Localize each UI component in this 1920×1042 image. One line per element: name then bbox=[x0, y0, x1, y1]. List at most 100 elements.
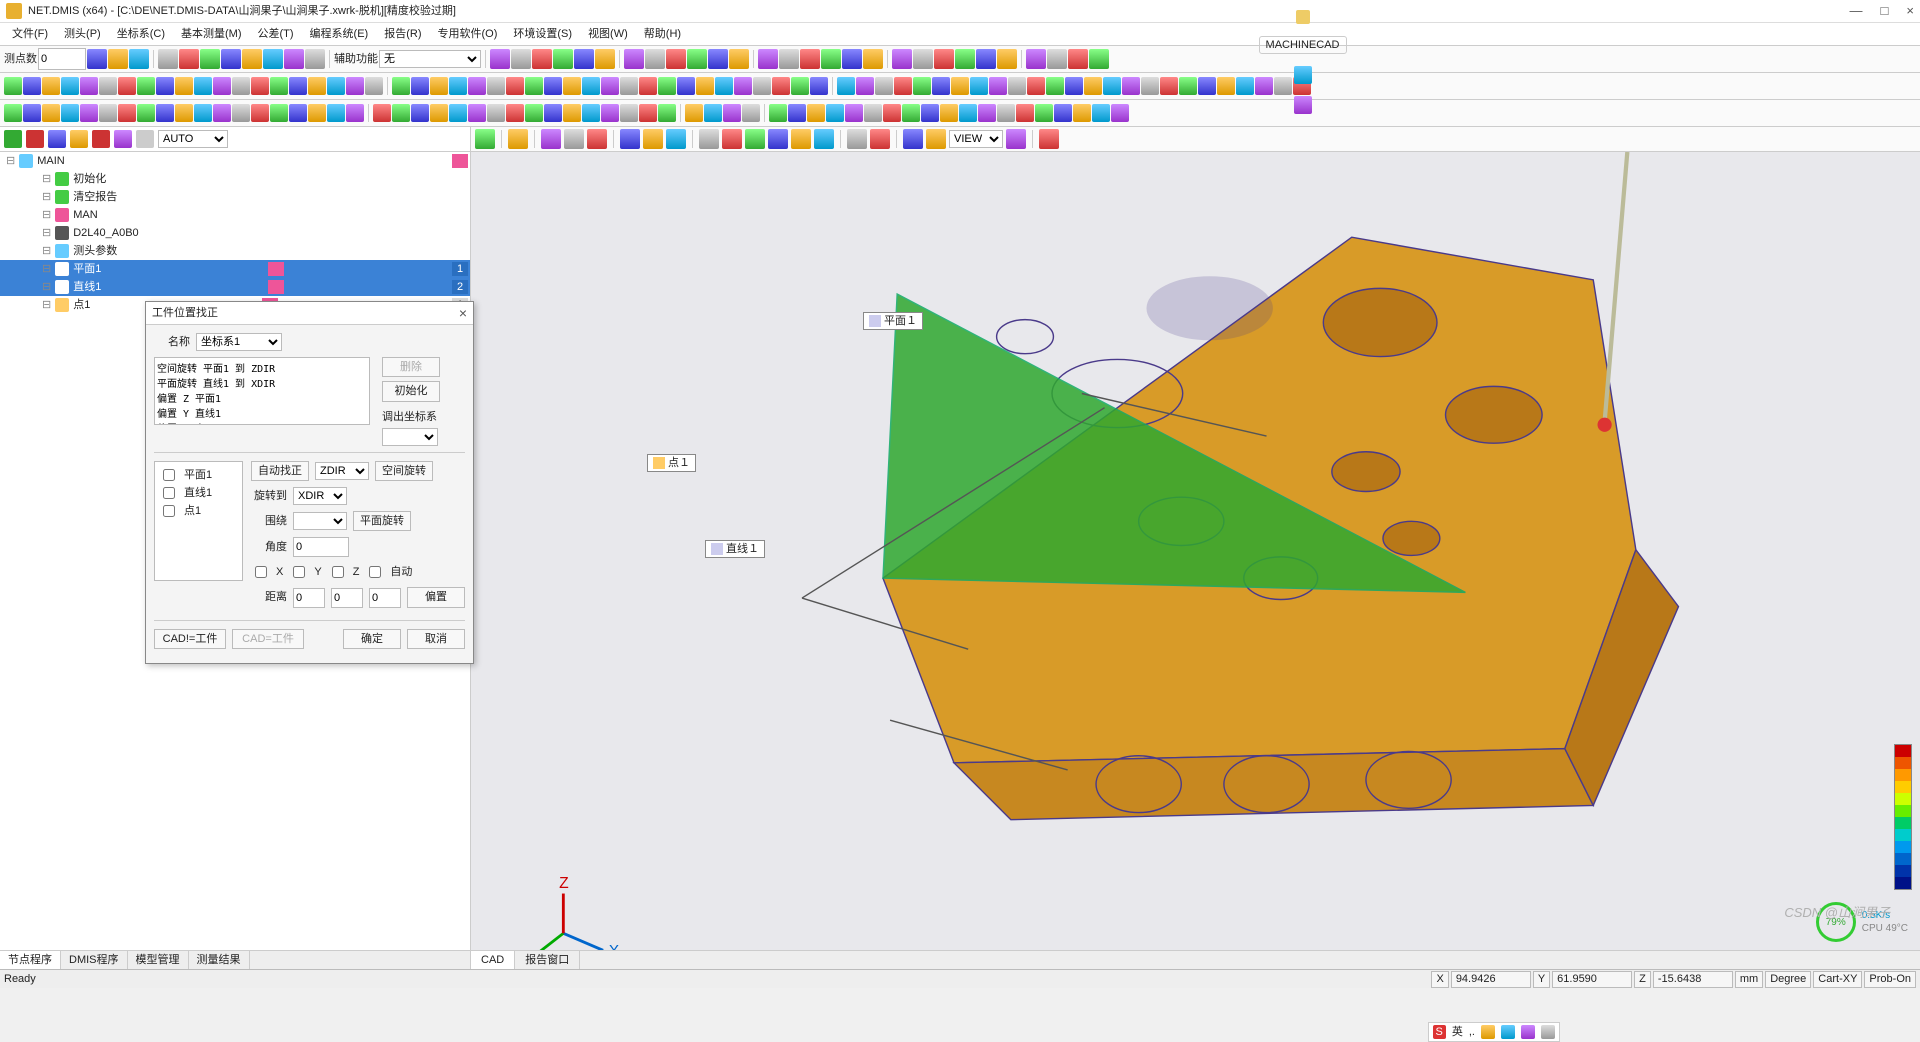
feature-icon[interactable] bbox=[563, 104, 581, 122]
ime-bar[interactable]: S 英 ,. bbox=[1428, 1022, 1560, 1042]
tree-node[interactable]: ⊟直线12 bbox=[0, 278, 470, 296]
chk-z[interactable] bbox=[332, 566, 344, 578]
menu-view[interactable]: 视图(W) bbox=[580, 25, 636, 43]
flag2-icon[interactable] bbox=[92, 130, 110, 148]
menu-coord[interactable]: 坐标系(C) bbox=[109, 25, 173, 43]
feature-icon[interactable] bbox=[232, 104, 250, 122]
tab-results[interactable]: 测量结果 bbox=[189, 951, 250, 969]
machine-info[interactable]: MACHINECAD bbox=[1259, 36, 1347, 54]
shape-icon[interactable] bbox=[601, 77, 619, 95]
tb-icon[interactable] bbox=[87, 49, 107, 69]
shape-icon[interactable] bbox=[99, 77, 117, 95]
tab-node-program[interactable]: 节点程序 bbox=[0, 951, 61, 969]
feature-icon[interactable] bbox=[23, 104, 41, 122]
tab-report[interactable]: 报告窗口 bbox=[515, 951, 580, 969]
feature-icon[interactable] bbox=[118, 104, 136, 122]
tb-icon[interactable] bbox=[490, 49, 510, 69]
view-icon[interactable] bbox=[791, 129, 811, 149]
view-icon[interactable] bbox=[847, 129, 867, 149]
tb-icon[interactable] bbox=[200, 49, 220, 69]
shape-icon[interactable] bbox=[80, 77, 98, 95]
shape-icon[interactable] bbox=[449, 77, 467, 95]
shape-icon[interactable] bbox=[137, 77, 155, 95]
feature-icon[interactable] bbox=[270, 104, 288, 122]
tb-icon[interactable] bbox=[595, 49, 615, 69]
feature-icon[interactable] bbox=[156, 104, 174, 122]
feature-icon[interactable] bbox=[175, 104, 193, 122]
tree-node[interactable]: ⊟D2L40_A0B0 bbox=[0, 224, 470, 242]
menu-measure[interactable]: 基本测量(M) bbox=[173, 25, 250, 43]
tree-node[interactable]: ⊟测头参数 bbox=[0, 242, 470, 260]
shape-icon[interactable] bbox=[346, 77, 364, 95]
feature-icon[interactable] bbox=[80, 104, 98, 122]
xdir-select[interactable]: XDIR bbox=[293, 487, 347, 505]
feature-icon[interactable] bbox=[658, 104, 676, 122]
warning-icon[interactable] bbox=[305, 49, 325, 69]
feature-icon[interactable] bbox=[61, 104, 79, 122]
name-select[interactable]: 坐标系1 bbox=[196, 333, 282, 351]
init-button[interactable]: 初始化 bbox=[382, 381, 440, 401]
chk-y[interactable] bbox=[293, 566, 305, 578]
points-input[interactable] bbox=[38, 48, 86, 70]
flag-icon[interactable] bbox=[4, 130, 22, 148]
tb-icon[interactable] bbox=[666, 49, 686, 69]
menu-report[interactable]: 报告(R) bbox=[376, 25, 429, 43]
tb-icon[interactable] bbox=[242, 49, 262, 69]
view-select[interactable]: VIEW bbox=[949, 130, 1003, 148]
stop-icon[interactable] bbox=[26, 130, 44, 148]
shape-icon[interactable] bbox=[213, 77, 231, 95]
view-icon[interactable] bbox=[722, 129, 742, 149]
record-icon[interactable] bbox=[136, 130, 154, 148]
feature-icon[interactable] bbox=[99, 104, 117, 122]
feature-icon[interactable] bbox=[346, 104, 364, 122]
outcs-select[interactable] bbox=[382, 428, 438, 446]
feature-icon[interactable] bbox=[4, 104, 22, 122]
mode-select[interactable]: AUTO bbox=[158, 130, 228, 148]
feature-icon[interactable] bbox=[251, 104, 269, 122]
view-icon[interactable] bbox=[587, 129, 607, 149]
shape-icon[interactable] bbox=[411, 77, 429, 95]
callout-point[interactable]: 点１ bbox=[647, 454, 696, 472]
chk-point[interactable] bbox=[163, 505, 175, 517]
angle-input[interactable] bbox=[293, 537, 349, 557]
shape-icon[interactable] bbox=[289, 77, 307, 95]
tree-node[interactable]: ⊟清空报告 bbox=[0, 188, 470, 206]
ime-icon[interactable] bbox=[1481, 1025, 1495, 1039]
shape-icon[interactable] bbox=[563, 77, 581, 95]
tb-icon[interactable] bbox=[624, 49, 644, 69]
view-icon[interactable] bbox=[768, 129, 788, 149]
shape-icon[interactable] bbox=[639, 77, 657, 95]
shape-icon[interactable] bbox=[156, 77, 174, 95]
feature-icon[interactable] bbox=[506, 104, 524, 122]
tb-icon[interactable] bbox=[645, 49, 665, 69]
ime-icon[interactable] bbox=[1521, 1025, 1535, 1039]
feature-icon[interactable] bbox=[213, 104, 231, 122]
zdir-select[interactable]: ZDIR bbox=[315, 462, 369, 480]
shape-icon[interactable] bbox=[61, 77, 79, 95]
tab-dmis-program[interactable]: DMIS程序 bbox=[61, 951, 128, 969]
feature-icon[interactable] bbox=[468, 104, 486, 122]
shape-icon[interactable] bbox=[544, 77, 562, 95]
shape-icon[interactable] bbox=[118, 77, 136, 95]
feature-icon[interactable] bbox=[582, 104, 600, 122]
view-icon[interactable] bbox=[666, 129, 686, 149]
aux-select[interactable]: 无 bbox=[379, 50, 481, 68]
feature-icon[interactable] bbox=[42, 104, 60, 122]
feature-icon[interactable] bbox=[639, 104, 657, 122]
view-icon[interactable] bbox=[903, 129, 923, 149]
tool-icon-2[interactable] bbox=[1294, 96, 1312, 114]
callout-plane[interactable]: 平面１ bbox=[863, 312, 923, 330]
chk-line[interactable] bbox=[163, 487, 175, 499]
save-view-icon[interactable] bbox=[1006, 129, 1026, 149]
feature-listbox[interactable]: 平面1 直线1 点1 bbox=[154, 461, 243, 581]
shape-icon[interactable] bbox=[658, 77, 676, 95]
tab-model-mgmt[interactable]: 模型管理 bbox=[128, 951, 189, 969]
probe-status[interactable]: Prob-On bbox=[1864, 971, 1916, 988]
tb-icon[interactable] bbox=[511, 49, 531, 69]
tree-node[interactable]: ⊟初始化 bbox=[0, 170, 470, 188]
shape-icon[interactable] bbox=[251, 77, 269, 95]
tb-icon[interactable] bbox=[574, 49, 594, 69]
tool-icon[interactable] bbox=[1294, 66, 1312, 84]
shape-icon[interactable] bbox=[506, 77, 524, 95]
view-icon[interactable] bbox=[541, 129, 561, 149]
